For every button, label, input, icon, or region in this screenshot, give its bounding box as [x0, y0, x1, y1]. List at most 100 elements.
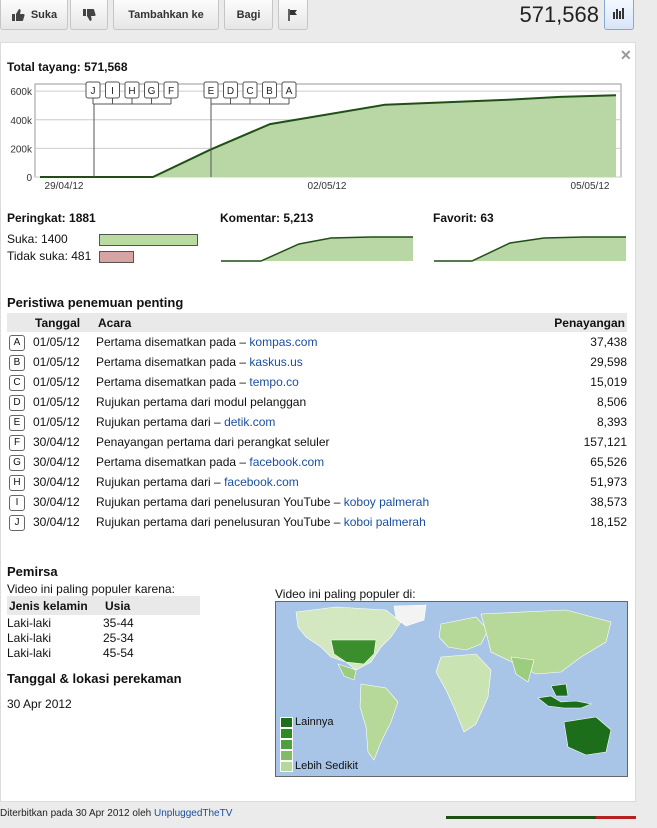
event-link[interactable]: kaskus.us	[249, 355, 302, 369]
event-views: 8,393	[596, 415, 627, 429]
recording-date: 30 Apr 2012	[7, 697, 72, 711]
y-tick-label: 400k	[10, 116, 33, 127]
add-to-button[interactable]: Tambahkan ke	[113, 0, 219, 30]
event-link[interactable]: kompas.com	[249, 335, 317, 349]
event-description: Pertama disematkan pada – kompas.com	[96, 335, 317, 349]
event-badge: G	[9, 455, 25, 471]
event-description: Penayangan pertama dari perangkat selule…	[96, 435, 329, 449]
demographic-gender: Laki-laki	[7, 631, 52, 645]
world-map[interactable]: Lainnya Lebih Sedikit	[275, 601, 628, 777]
event-marker-label: C	[246, 86, 253, 97]
flag-icon	[288, 8, 298, 21]
col-date: Tanggal	[35, 316, 81, 330]
event-marker-label: I	[111, 86, 114, 97]
event-description: Rujukan pertama dari penelusuran YouTube…	[96, 495, 429, 509]
event-text: Pertama disematkan pada –	[96, 355, 250, 369]
x-tick-label: 02/05/12	[308, 181, 347, 192]
thumbs-down-icon	[82, 8, 96, 22]
event-description: Pertama disematkan pada – kaskus.us	[96, 355, 303, 369]
event-views: 51,973	[590, 475, 627, 489]
event-date: 30/04/12	[33, 475, 80, 489]
demographic-gender: Laki-laki	[7, 616, 52, 630]
event-link[interactable]: koboi palmerah	[344, 515, 426, 529]
event-badge: J	[9, 515, 25, 531]
channel-link[interactable]: UnpluggedTheTV	[154, 808, 232, 819]
map-legend	[280, 717, 293, 772]
event-row: A 01/05/12 Pertama disematkan pada – kompa…	[7, 333, 627, 353]
x-tick-label: 29/04/12	[45, 181, 84, 192]
likes-bar	[99, 234, 198, 246]
event-row: I 30/04/12 Rujukan pertama dari penelusura…	[7, 493, 627, 513]
event-badge: B	[9, 355, 25, 371]
demographic-gender: Laki-laki	[7, 646, 52, 660]
event-row: D 01/05/12 Rujukan pertama dari modul pela…	[7, 393, 627, 413]
event-marker-label: A	[286, 86, 293, 97]
event-date: 30/04/12	[33, 495, 80, 509]
event-badge: F	[9, 435, 25, 451]
map-title: Video ini paling populer di:	[275, 587, 416, 601]
event-badge: C	[9, 375, 25, 391]
world-map-graphic	[295, 604, 612, 761]
comments-title: Komentar: 5,213	[220, 211, 314, 225]
y-tick-label: 0	[26, 173, 32, 184]
col-event: Acara	[98, 316, 132, 330]
event-text: Rujukan pertama dari –	[96, 475, 225, 489]
flag-button[interactable]	[278, 0, 308, 30]
event-marker-label: B	[266, 86, 273, 97]
events-table-header: Tanggal Acara Penayangan	[7, 313, 627, 332]
event-date: 30/04/12	[33, 455, 80, 469]
thumbs-up-icon	[11, 8, 25, 22]
event-row: F 30/04/12 Penayangan pertama dari perangk…	[7, 433, 627, 453]
likes-label: Suka: 1400	[7, 232, 68, 246]
legend-more: Lainnya	[295, 716, 334, 728]
event-views: 18,152	[590, 515, 627, 529]
demographic-age: 25-34	[103, 631, 134, 645]
event-date: 01/05/12	[33, 375, 80, 389]
event-badge: A	[9, 335, 25, 351]
event-views: 8,506	[596, 395, 627, 409]
action-bar: Suka Tambahkan ke Bagi 571,568	[0, 0, 657, 36]
dislikes-label: Tidak suka: 481	[7, 249, 92, 263]
event-link[interactable]: facebook.com	[249, 455, 324, 469]
event-marker-label: G	[148, 86, 156, 97]
views-chart: 600k 400k 200k 0 29/04/12 02/05/12 05/05/12 J…	[10, 81, 622, 192]
published-text: Diterbitkan pada 30 Apr 2012 oleh	[0, 808, 154, 819]
demographic-age: 45-54	[103, 646, 134, 660]
event-description: Rujukan pertama dari – detik.com	[96, 415, 275, 429]
event-row: C 01/05/12 Pertama disematkan pada – tempo…	[7, 373, 627, 393]
events-title: Peristiwa penemuan penting	[7, 295, 184, 310]
rating-title: Peringkat: 1881	[7, 211, 96, 225]
event-description: Rujukan pertama dari modul pelanggan	[96, 395, 306, 409]
event-description: Pertama disematkan pada – facebook.com	[96, 455, 324, 469]
event-views: 29,598	[590, 355, 627, 369]
event-marker-label: H	[128, 86, 135, 97]
share-button[interactable]: Bagi	[224, 0, 273, 30]
event-date: 30/04/12	[33, 435, 80, 449]
col-views: Penayangan	[554, 316, 625, 330]
event-views: 65,526	[590, 455, 627, 469]
event-link[interactable]: detik.com	[224, 415, 275, 429]
y-tick-label: 600k	[10, 87, 33, 98]
stats-button[interactable]	[604, 0, 634, 30]
event-link[interactable]: koboy palmerah	[344, 495, 429, 509]
add-to-label: Tambahkan ke	[128, 8, 204, 21]
close-icon[interactable]: ✕	[620, 47, 632, 64]
event-description: Rujukan pertama dari penelusuran YouTube…	[96, 515, 426, 529]
total-views-title: Total tayang: 571,568	[7, 60, 128, 74]
event-link[interactable]: facebook.com	[224, 475, 299, 489]
like-button[interactable]: Suka	[0, 0, 68, 30]
event-marker-label: J	[91, 86, 96, 97]
event-badge: I	[9, 495, 25, 511]
col-gender: Jenis kelamin	[9, 599, 88, 613]
dislike-button[interactable]	[70, 0, 108, 30]
bar-chart-icon	[612, 7, 626, 22]
event-text: Rujukan pertama dari –	[96, 415, 225, 429]
demographics-header: Jenis kelamin Usia	[7, 596, 200, 615]
like-label: Suka	[30, 8, 58, 21]
view-count: 571,568	[519, 2, 599, 27]
share-label: Bagi	[236, 8, 261, 21]
event-marker-label: D	[227, 86, 234, 97]
event-date: 01/05/12	[33, 395, 80, 409]
event-link[interactable]: tempo.co	[249, 375, 298, 389]
popular-because: Video ini paling populer karena:	[7, 582, 175, 596]
